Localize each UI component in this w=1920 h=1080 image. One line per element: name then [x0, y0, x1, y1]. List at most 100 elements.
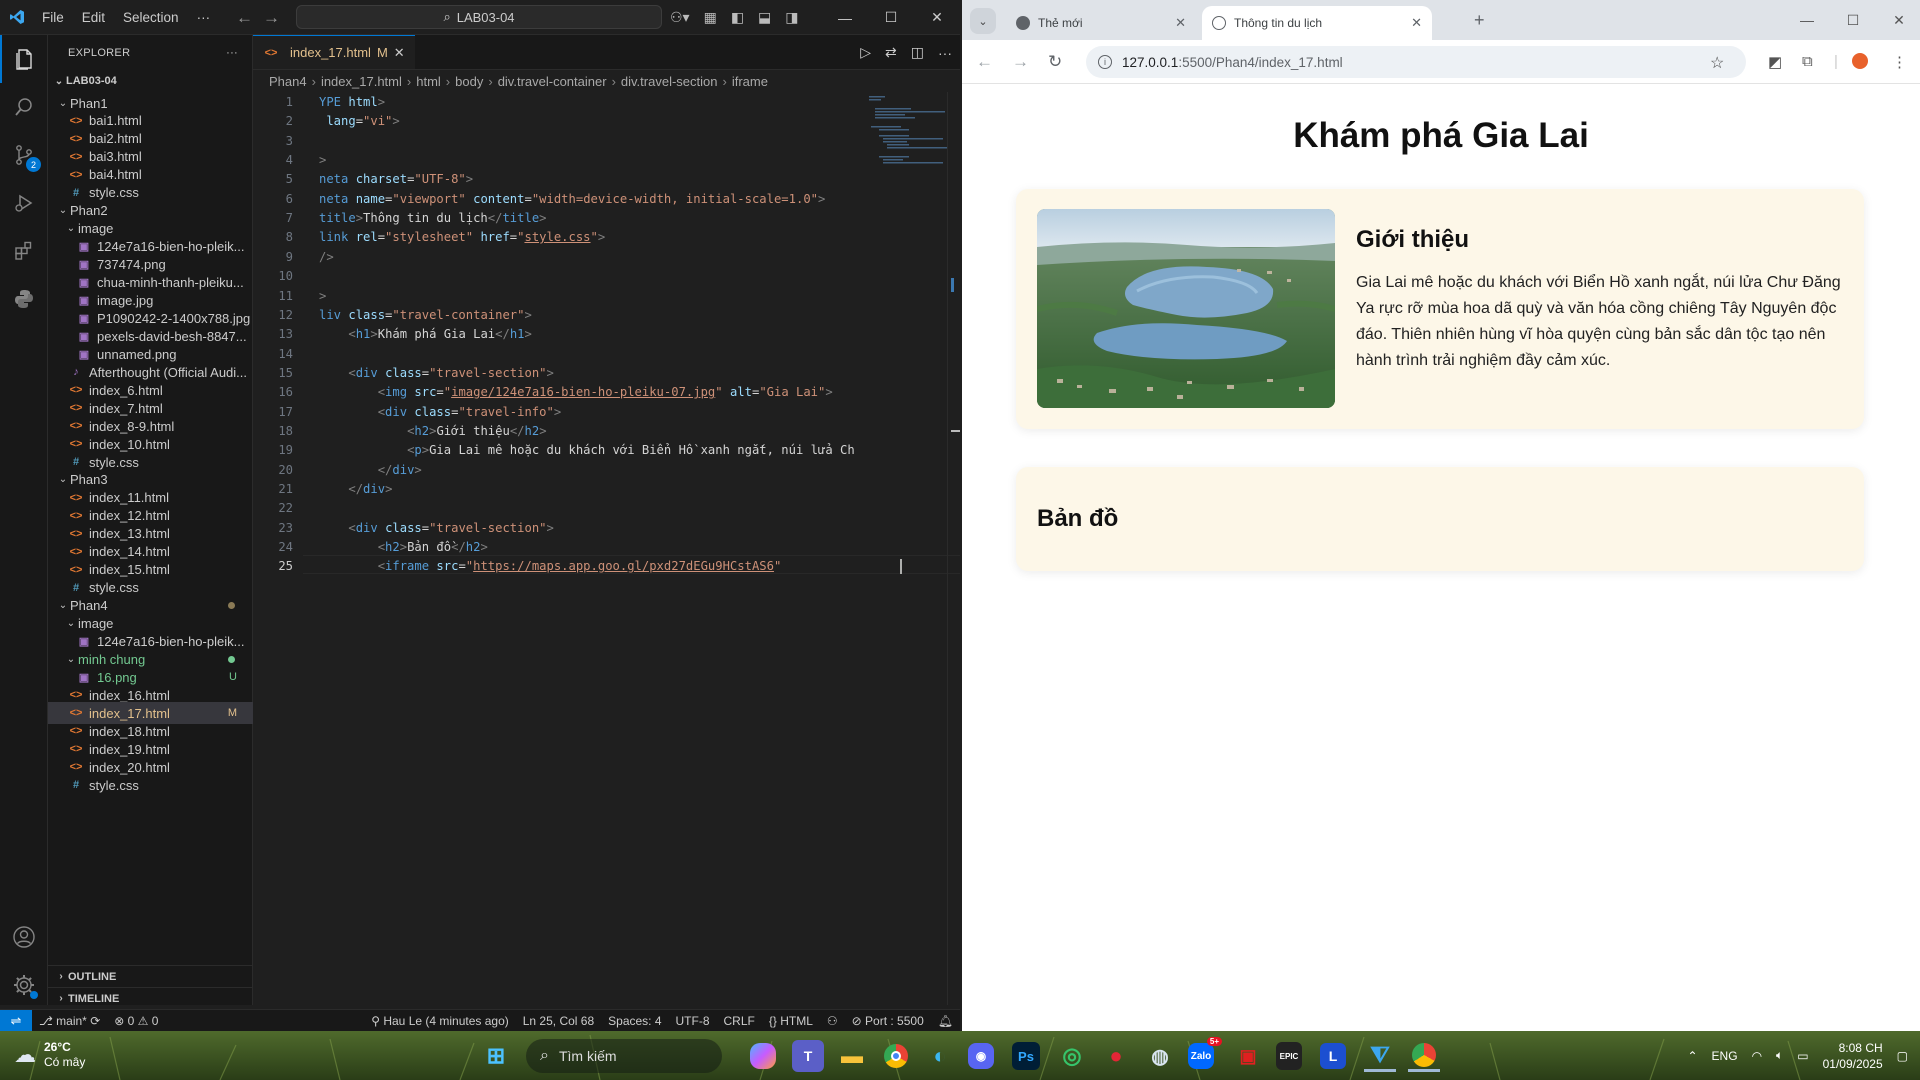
volume-icon[interactable]: 🔈︎ — [1776, 1048, 1783, 1063]
chrome-icon[interactable] — [880, 1040, 912, 1072]
code-line[interactable]: </div> — [319, 463, 422, 477]
profile-avatar[interactable] — [1852, 53, 1868, 73]
app-green-icon[interactable]: ◎ — [1056, 1040, 1088, 1072]
code-line[interactable]: <h1>Khám phá Gia Lai</h1> — [319, 327, 532, 341]
breadcrumb-item[interactable]: div.travel-section — [621, 74, 718, 89]
extensions-icon[interactable] — [0, 227, 48, 275]
customize-layout-icon[interactable]: ▦ — [704, 9, 717, 26]
battery-icon[interactable]: ▭ — [1797, 1049, 1808, 1063]
live-server-port[interactable]: ⊘ Port : 5500 — [845, 1014, 931, 1028]
app-red-icon[interactable]: ● — [1100, 1040, 1132, 1072]
breadcrumb-item[interactable]: Phan4 — [269, 74, 307, 89]
outline-section[interactable]: › OUTLINE — [48, 965, 253, 987]
tab-new-tab[interactable]: Thẻ mới ✕ — [1006, 6, 1196, 40]
maximize-icon[interactable]: ☐ — [1830, 0, 1876, 40]
source-control-icon[interactable]: 2 — [0, 131, 48, 179]
extensions-icon[interactable]: ⧉ — [1802, 53, 1813, 70]
chrome-dev-icon[interactable] — [1408, 1040, 1440, 1072]
code-line[interactable]: neta name="viewport" content="width=devi… — [319, 192, 825, 206]
weather-widget[interactable]: ☁ 26°C Có mây — [14, 1040, 85, 1070]
code-line[interactable]: <p>Gia Lai mê hoặc du khách với Biển Hồ … — [319, 443, 855, 457]
encoding[interactable]: UTF-8 — [669, 1014, 717, 1028]
tab-index-17[interactable]: <> index_17.html M ✕ — [253, 35, 415, 69]
copilot-app-icon[interactable] — [750, 1043, 776, 1069]
close-icon[interactable]: ✕ — [1876, 0, 1920, 40]
menu-selection[interactable]: Selection — [115, 10, 187, 25]
minimize-icon[interactable]: — — [822, 0, 868, 35]
file-explorer-icon[interactable]: ▬ — [836, 1040, 868, 1072]
open-changes-icon[interactable]: ⇄ — [885, 44, 897, 61]
breadcrumb-item[interactable]: iframe — [732, 74, 768, 89]
code-line[interactable]: > — [319, 289, 326, 303]
code-editor[interactable]: 1 YPE html> 2 lang="vi"> 3 4 >5 neta charset="… — [253, 92, 960, 1005]
settings-gear-icon[interactable] — [0, 961, 48, 1009]
taskbar-search[interactable]: ⌕ Tìm kiếm — [526, 1039, 722, 1073]
minimize-icon[interactable]: — — [1784, 0, 1830, 40]
git-branch[interactable]: ⎇ main* ⟳ — [32, 1014, 107, 1028]
menu-file[interactable]: File — [34, 10, 72, 25]
breadcrumb-item[interactable]: body — [455, 74, 483, 89]
code-line[interactable]: <h2>Giới thiệu</h2> — [319, 424, 546, 438]
reload-icon[interactable]: ↻ — [1048, 52, 1062, 72]
explorer-icon[interactable] — [0, 35, 48, 83]
breadcrumb-item[interactable]: div.travel-container — [498, 74, 607, 89]
remote-indicator-icon[interactable]: ⇌ — [0, 1009, 32, 1031]
indentation[interactable]: Spaces: 4 — [601, 1014, 668, 1028]
root-folder[interactable]: ⌄ LAB03-04 — [48, 70, 253, 92]
teams-icon[interactable]: T — [792, 1040, 824, 1072]
more-actions-icon[interactable]: ··· — [226, 47, 238, 59]
code-line[interactable]: > — [319, 153, 326, 167]
back-arrow-icon[interactable]: ← — [236, 8, 253, 28]
code-line[interactable]: <div class="travel-info"> — [319, 405, 561, 419]
end-of-line[interactable]: CRLF — [717, 1014, 762, 1028]
code-line[interactable]: <div class="travel-section"> — [319, 366, 553, 380]
breadcrumb-item[interactable]: index_17.html — [321, 74, 402, 89]
back-arrow-icon[interactable]: ← — [976, 52, 993, 72]
epic-games-icon[interactable]: EPIC — [1276, 1042, 1302, 1070]
toggle-secondary-sidebar-icon[interactable]: ◨ — [785, 9, 798, 26]
tab-close-icon[interactable]: ✕ — [394, 45, 405, 61]
tab-search-icon[interactable]: ⌄ — [970, 8, 996, 34]
close-icon[interactable]: ✕ — [914, 0, 960, 35]
clock[interactable]: 8:08 CH 01/09/2025 — [1823, 1040, 1883, 1072]
code-line[interactable]: /> — [319, 250, 334, 264]
python-icon[interactable] — [0, 275, 48, 323]
photoshop-icon[interactable]: Ps — [1012, 1042, 1040, 1070]
git-blame[interactable]: ⚲ Hau Le (4 minutes ago) — [364, 1014, 516, 1028]
new-tab-plus-icon[interactable]: + — [1474, 10, 1485, 31]
app-l-icon[interactable]: L — [1320, 1043, 1346, 1069]
code-line[interactable]: YPE html> — [319, 95, 385, 109]
run-icon[interactable]: ▷ — [860, 44, 871, 61]
extension-puzzle-icon[interactable]: ◩ — [1768, 53, 1782, 71]
timeline-section[interactable]: › TIMELINE — [48, 987, 253, 1009]
more-editor-actions-icon[interactable]: ··· — [938, 45, 952, 61]
chrome-menu-icon[interactable]: ⋮ — [1892, 53, 1907, 71]
garena-icon[interactable]: ▣ — [1232, 1040, 1264, 1072]
code-line[interactable]: link rel="stylesheet" href="style.css"> — [319, 230, 605, 244]
tab-close-icon[interactable]: ✕ — [1175, 15, 1186, 31]
input-language[interactable]: ENG — [1712, 1049, 1738, 1063]
maximize-icon[interactable]: ☐ — [868, 0, 914, 35]
code-line[interactable]: <iframe src= "https://maps.app.goo.gl/pxd… — [319, 559, 782, 573]
code-line[interactable]: <h2>Bản đồ</h2> — [319, 540, 488, 554]
tab-travel-info[interactable]: Thông tin du lịch ✕ — [1202, 6, 1432, 40]
copilot-icon[interactable]: ⚇▾ — [670, 9, 690, 26]
discord-icon[interactable]: ◉ — [968, 1043, 994, 1069]
language-mode[interactable]: {} HTML — [762, 1014, 820, 1028]
menu-edit[interactable]: Edit — [74, 10, 113, 25]
search-view-icon[interactable] — [0, 83, 48, 131]
copilot-status-icon[interactable]: ⚇ — [820, 1014, 845, 1028]
wifi-icon[interactable]: ◠ — [1752, 1049, 1762, 1063]
vscode-taskbar-icon[interactable]: ⧨ — [1364, 1040, 1396, 1072]
notification-icon[interactable]: ▢ — [1897, 1049, 1908, 1063]
command-center-search[interactable]: ⌕ LAB03-04 — [296, 5, 662, 29]
forward-arrow-icon[interactable]: → — [263, 8, 280, 28]
code-line[interactable]: lang="vi"> — [319, 114, 399, 128]
code-line[interactable]: title>Thông tin du lịch</title> — [319, 211, 547, 225]
split-editor-icon[interactable]: ◫ — [911, 44, 924, 61]
address-bar[interactable]: i 127.0.0.1:5500/Phan4/index_17.html — [1086, 46, 1746, 78]
code-line[interactable]: </div> — [319, 482, 392, 496]
code-line[interactable]: neta charset="UTF-8"> — [319, 172, 473, 186]
steam-icon[interactable]: ◍ — [1144, 1040, 1176, 1072]
site-info-icon[interactable]: i — [1098, 55, 1112, 69]
